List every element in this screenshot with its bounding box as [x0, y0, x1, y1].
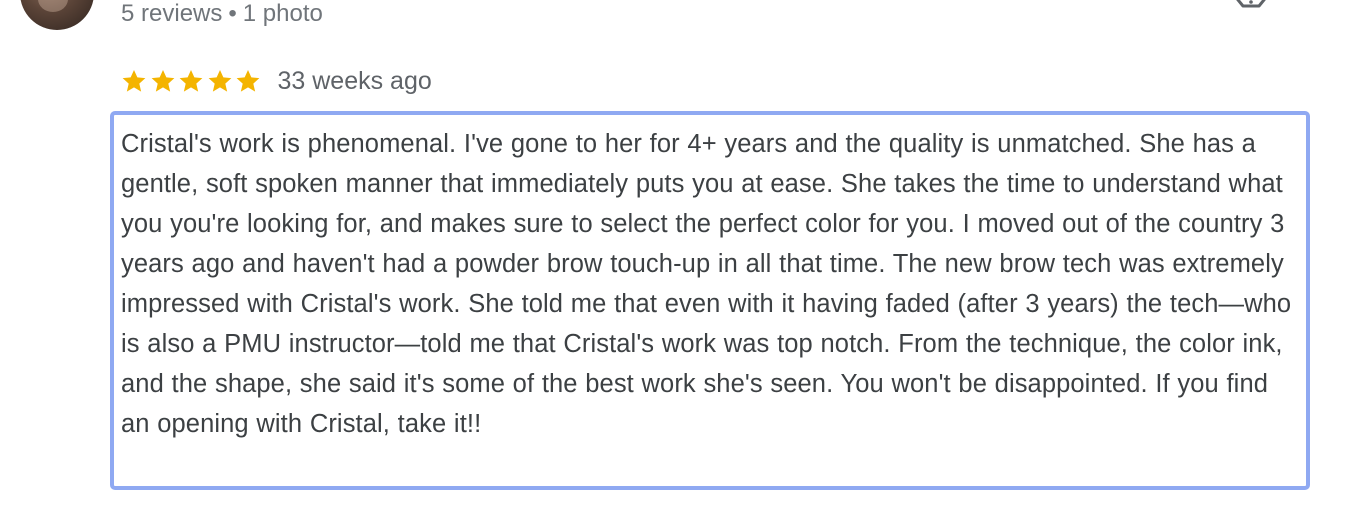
review-text-box[interactable]: Cristal's work is phenomenal. I've gone …	[110, 111, 1310, 490]
photo-count[interactable]: 1 photo	[243, 0, 323, 27]
star-icon	[208, 69, 231, 92]
meta-separator: •	[228, 0, 237, 27]
review-count[interactable]: 5 reviews	[121, 0, 222, 27]
star-icon	[236, 69, 260, 92]
star-icon	[179, 69, 203, 92]
review-time: 33 weeks ago	[277, 66, 432, 95]
reviewer-avatar[interactable]	[20, 0, 94, 30]
report-flag-icon[interactable]	[1230, 0, 1272, 18]
star-rating	[121, 68, 264, 94]
review-text: Cristal's work is phenomenal. I've gone …	[121, 130, 1292, 438]
reviewer-meta: 5 reviews • 1 photo	[121, 0, 323, 28]
star-icon	[151, 69, 174, 92]
rating-row: 33 weeks ago	[121, 64, 432, 98]
star-icon	[122, 69, 146, 92]
